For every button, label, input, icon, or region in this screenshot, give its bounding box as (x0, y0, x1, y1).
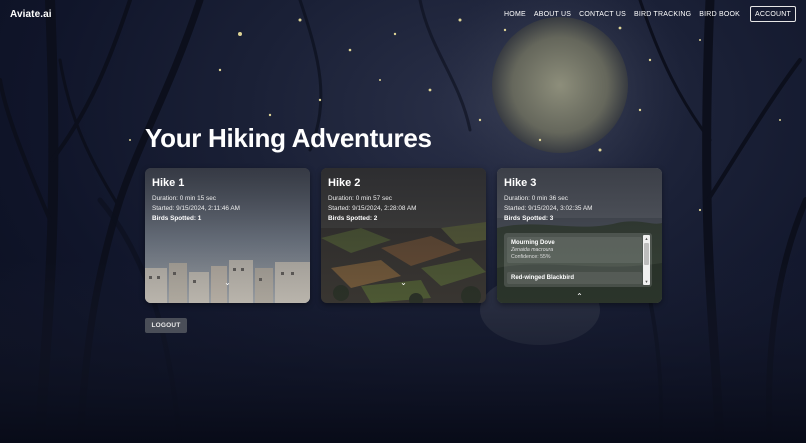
hike-title: Hike 1 (152, 177, 185, 189)
hike-meta: Duration: 0 min 57 sec Started: 9/15/202… (328, 194, 416, 213)
hike-title: Hike 3 (504, 177, 537, 189)
hike-started: Started: 9/15/2024, 2:11:46 AM (152, 204, 240, 212)
hike-meta: Duration: 0 min 15 sec Started: 9/15/202… (152, 194, 240, 213)
hike-started: Started: 9/15/2024, 2:28:08 AM (328, 204, 417, 212)
scroll-up-arrow-icon[interactable]: ▲ (643, 235, 650, 242)
nav-contact-link[interactable]: CONTACT US (579, 11, 626, 18)
nav-bird-tracking-link[interactable]: BIRD TRACKING (634, 11, 691, 18)
nav-bird-book-link[interactable]: BIRD BOOK (699, 11, 740, 18)
hike-birds-spotted: Birds Spotted: 3 (504, 215, 554, 222)
bird-item[interactable]: Red-winged Blackbird (507, 272, 642, 284)
hike-duration: Duration: 0 min 36 sec (504, 195, 568, 202)
bird-name: Red-winged Blackbird (511, 275, 575, 281)
hike-meta: Duration: 0 min 36 sec Started: 9/15/202… (504, 194, 592, 213)
bird-confidence: Confidence: 55% (511, 254, 551, 260)
chevron-up-icon[interactable]: ⌃ (497, 292, 662, 301)
nav-about-link[interactable]: ABOUT US (534, 11, 571, 18)
hike-birds-spotted: Birds Spotted: 1 (152, 215, 202, 222)
chevron-down-icon[interactable]: ⌄ (145, 278, 310, 287)
hike-card-2: Hike 2 Duration: 0 min 57 sec Started: 9… (321, 168, 486, 303)
logout-button[interactable]: LOGOUT (145, 318, 187, 333)
top-navbar: Aviate.ai HOME ABOUT US CONTACT US BIRD … (0, 0, 806, 30)
bird-list-scrollbar[interactable]: ▲ ▼ (643, 235, 650, 285)
brand-logo[interactable]: Aviate.ai (10, 9, 52, 20)
hike-duration: Duration: 0 min 57 sec (328, 195, 392, 202)
hike-card-1: Hike 1 Duration: 0 min 15 sec Started: 9… (145, 168, 310, 303)
bird-item[interactable]: Mourning Dove Zenaida macroura Confidenc… (507, 237, 642, 263)
page-title: Your Hiking Adventures (145, 123, 432, 153)
account-button[interactable]: ACCOUNT (750, 6, 796, 22)
hike-card-3: Hike 3 Duration: 0 min 36 sec Started: 9… (497, 168, 662, 303)
scroll-thumb[interactable] (644, 243, 649, 265)
bird-scientific-name: Zenaida macroura (511, 247, 554, 253)
nav-home-link[interactable]: HOME (504, 11, 526, 18)
bird-list[interactable]: Mourning Dove Zenaida macroura Confidenc… (504, 233, 652, 287)
bird-name: Mourning Dove (511, 240, 555, 246)
hike-title: Hike 2 (328, 177, 361, 189)
hike-started: Started: 9/15/2024, 3:02:35 AM (504, 204, 593, 212)
hike-duration: Duration: 0 min 15 sec (152, 195, 216, 202)
hike-birds-spotted: Birds Spotted: 2 (328, 215, 378, 222)
scroll-down-arrow-icon[interactable]: ▼ (643, 278, 650, 285)
chevron-down-icon[interactable]: ⌄ (321, 278, 486, 287)
nav-links: HOME ABOUT US CONTACT US BIRD TRACKING B… (504, 11, 740, 18)
